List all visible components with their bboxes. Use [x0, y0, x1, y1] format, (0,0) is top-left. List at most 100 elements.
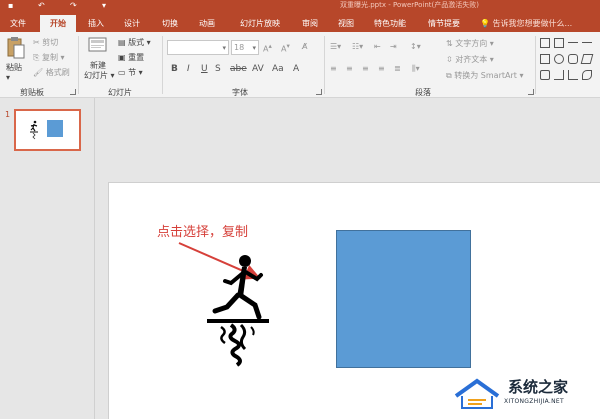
- scissors-icon: ✂: [33, 38, 40, 47]
- parallelogram-shape-icon[interactable]: [580, 54, 594, 64]
- line-shape-icon[interactable]: [568, 42, 578, 43]
- divider: [162, 36, 163, 94]
- bold-icon[interactable]: B: [171, 64, 178, 74]
- window-title: 双重曝光.pptx - PowerPoint(产品激活失败): [340, 1, 479, 9]
- slide-thumbnail-1[interactable]: [14, 109, 81, 151]
- redo-icon[interactable]: ↷: [70, 0, 77, 12]
- underline-icon[interactable]: U: [201, 64, 208, 74]
- copy-button[interactable]: ⎘ 复制 ▾: [33, 52, 65, 63]
- layout-button[interactable]: ▤ 版式 ▾: [118, 37, 151, 48]
- strikethrough-icon[interactable]: abe: [230, 64, 247, 74]
- brush-icon: 🖌: [33, 68, 44, 77]
- ribbon: 粘贴 ▾ ✂ 剪切 ⎘ 复制 ▾ 🖌 格式刷 剪贴板 新建 幻灯片 ▾ ▤ 版式…: [0, 32, 600, 98]
- tab-slideshow[interactable]: 幻灯片放映: [232, 15, 288, 32]
- tab-animations[interactable]: 动画: [193, 15, 221, 32]
- runner-silhouette-image[interactable]: [207, 253, 273, 368]
- char-spacing-icon[interactable]: AV: [252, 64, 264, 74]
- watermark-text: 系统之家: [508, 378, 569, 396]
- text-direction-button[interactable]: ⇅ 文字方向 ▾: [446, 38, 494, 49]
- new-slide-label-2[interactable]: 幻灯片 ▾: [84, 70, 115, 81]
- slide-editor: 点击选择，复制: [96, 98, 600, 419]
- save-icon[interactable]: ▪: [8, 0, 13, 12]
- shadow-icon[interactable]: S: [215, 64, 221, 74]
- vertical-text-box-shape-icon[interactable]: [554, 38, 564, 48]
- section-button[interactable]: ▭ 节 ▾: [118, 67, 143, 78]
- tab-storyboard[interactable]: 情节提要: [422, 15, 466, 32]
- elbow-shape-icon[interactable]: [568, 70, 578, 80]
- smartart-icon: ⧉: [446, 71, 452, 80]
- tab-design[interactable]: 设计: [118, 15, 146, 32]
- align-text-icon: ⇳: [446, 55, 453, 64]
- copy-label: 复制: [41, 53, 58, 62]
- numbering-icon[interactable]: ☷▾: [352, 42, 363, 51]
- distributed-icon[interactable]: ≣: [394, 64, 401, 73]
- text-box-shape-icon[interactable]: [540, 38, 550, 48]
- bullets-icon[interactable]: ☰▾: [330, 42, 341, 51]
- justify-icon[interactable]: ≡: [378, 64, 385, 73]
- oval-shape-icon[interactable]: [554, 54, 564, 64]
- layout-label: 版式: [128, 38, 145, 47]
- decrease-font-icon[interactable]: A▾: [281, 42, 290, 54]
- section-icon: ▭: [118, 68, 126, 77]
- rounded-rect-shape-icon[interactable]: [540, 70, 550, 80]
- paste-button[interactable]: 粘贴: [6, 62, 22, 73]
- cut-button[interactable]: ✂ 剪切: [33, 37, 58, 48]
- paste-dropdown-icon[interactable]: ▾: [6, 73, 10, 82]
- corner-shape-icon[interactable]: [554, 70, 564, 80]
- reset-label: 重置: [128, 53, 145, 62]
- font-color-icon[interactable]: A: [293, 64, 299, 74]
- rounded-rect-shape-icon[interactable]: [568, 54, 578, 64]
- curve-shape-icon[interactable]: [582, 70, 592, 80]
- change-case-icon[interactable]: Aa: [272, 64, 284, 74]
- tell-me-search[interactable]: 💡 告诉我您想要做什么...: [480, 15, 572, 32]
- line-spacing-icon[interactable]: ↕▾: [410, 42, 421, 51]
- increase-font-icon[interactable]: A▴: [263, 42, 272, 54]
- paragraph-launcher-icon[interactable]: [528, 89, 534, 95]
- slides-group-label: 幻灯片: [108, 88, 132, 97]
- tab-view[interactable]: 视图: [332, 15, 360, 32]
- layout-icon: ▤: [118, 38, 126, 47]
- font-launcher-icon[interactable]: [316, 89, 322, 95]
- align-text-button[interactable]: ⇳ 对齐文本 ▾: [446, 54, 494, 65]
- rectangle-shape-icon[interactable]: [540, 54, 550, 64]
- annotation-text: 点击选择，复制: [157, 225, 249, 240]
- reset-icon: ▣: [118, 53, 126, 62]
- text-direction-icon: ⇅: [446, 39, 453, 48]
- italic-icon[interactable]: I: [187, 64, 190, 74]
- undo-icon[interactable]: ↶: [38, 0, 45, 12]
- align-center-icon[interactable]: ≡: [346, 64, 353, 73]
- convert-smartart-button[interactable]: ⧉ 转换为 SmartArt ▾: [446, 70, 523, 81]
- font-size-value: 18: [234, 43, 245, 52]
- tab-home[interactable]: 开始: [40, 15, 76, 32]
- new-slide-label: 幻灯片: [84, 71, 108, 80]
- divider: [324, 36, 325, 94]
- align-text-label: 对齐文本: [455, 55, 488, 64]
- divider: [535, 36, 536, 94]
- blue-rectangle-shape[interactable]: [336, 230, 471, 368]
- paragraph-group-label: 段落: [415, 88, 431, 97]
- align-left-icon[interactable]: ≡: [330, 64, 337, 73]
- columns-icon[interactable]: ⫼▾: [412, 64, 420, 74]
- font-name-field[interactable]: ▾: [167, 40, 229, 55]
- shapes-gallery[interactable]: [538, 36, 596, 94]
- chevron-down-icon: ▾: [252, 44, 256, 52]
- format-painter-button[interactable]: 🖌 格式刷: [33, 67, 70, 78]
- tab-file[interactable]: 文件: [4, 15, 32, 32]
- font-size-field[interactable]: 18 ▾: [231, 40, 259, 55]
- clear-format-icon[interactable]: A̸: [302, 42, 307, 51]
- reset-button[interactable]: ▣ 重置: [118, 52, 144, 63]
- customize-toolbar-icon[interactable]: ▾: [102, 0, 106, 12]
- decrease-indent-icon[interactable]: ⇤: [374, 42, 381, 51]
- align-right-icon[interactable]: ≡: [362, 64, 369, 73]
- increase-indent-icon[interactable]: ⇥: [390, 42, 397, 51]
- tab-transitions[interactable]: 切换: [156, 15, 184, 32]
- paste-icon[interactable]: [6, 36, 26, 60]
- section-label: 节: [128, 68, 137, 77]
- arrow-shape-icon[interactable]: [582, 42, 592, 43]
- tab-special-features[interactable]: 特色功能: [368, 15, 412, 32]
- slide-number: 1: [5, 110, 11, 119]
- clipboard-launcher-icon[interactable]: [70, 89, 76, 95]
- tab-review[interactable]: 审阅: [296, 15, 324, 32]
- tab-insert[interactable]: 插入: [82, 15, 110, 32]
- new-slide-icon[interactable]: [88, 36, 108, 58]
